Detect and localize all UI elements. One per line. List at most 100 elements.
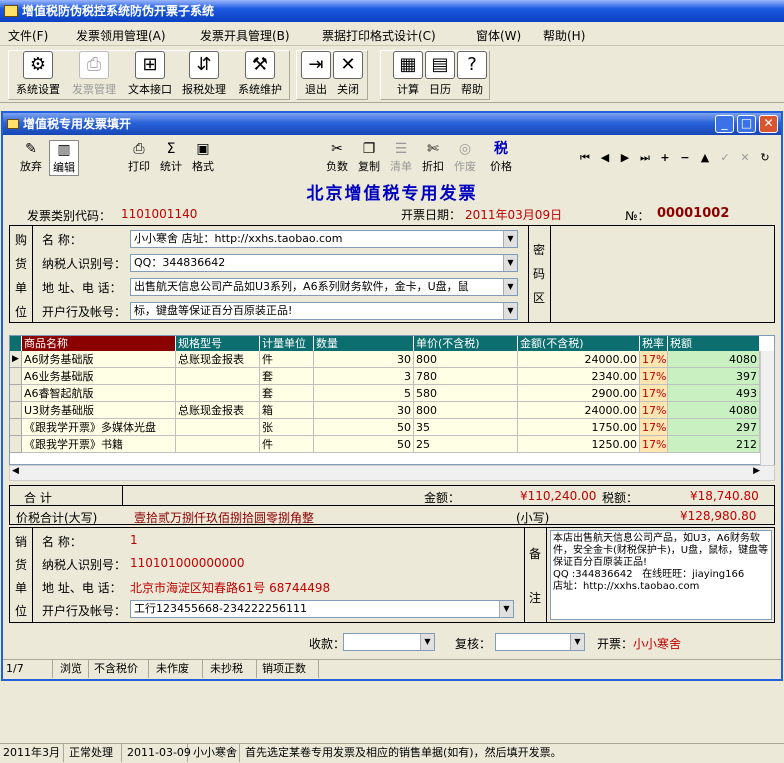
chevron-down-icon[interactable]: ▼ [503,255,517,271]
cell-price[interactable]: 25 [414,436,518,453]
col-tax[interactable]: 税额 [668,336,760,351]
tax-report-button[interactable]: ⇵ 报税处理 [178,51,230,99]
col-amount[interactable]: 金额(不含税) [518,336,640,351]
cell-rate[interactable]: 17% [640,436,668,453]
nav-cancel-icon[interactable]: ✕ [737,151,753,165]
nav-last-icon[interactable]: ⏭ [637,151,653,165]
cell-unit[interactable]: 张 [260,419,314,436]
calculator-button[interactable]: ▦ 计算 [392,51,424,99]
col-price[interactable]: 单价(不含税) [414,336,518,351]
cell-rate[interactable]: 17% [640,351,668,368]
menu-print-format[interactable]: 票据打印格式设计(C) [322,27,436,44]
cell-name[interactable]: 《跟我学开票》多媒体光盘 [22,419,176,436]
calendar-button[interactable]: ▤ 日历 [424,51,456,99]
buyer-tax-combo[interactable]: QQ：344836642 ▼ [130,254,518,272]
window-close-button[interactable]: ✕ [759,115,778,133]
cell-amount[interactable]: 24000.00 [518,402,640,419]
col-goods-name[interactable]: 商品名称 [22,336,176,351]
format-button[interactable]: ▣ 格式 [189,140,217,176]
cell-spec[interactable]: 总账现金报表 [176,351,260,368]
cell-amount[interactable]: 2900.00 [518,385,640,402]
minimize-button[interactable]: _ [715,115,734,133]
nav-first-icon[interactable]: ⏮ [577,151,593,165]
cell-unit[interactable]: 件 [260,436,314,453]
row-header[interactable] [10,436,22,453]
nav-next-icon[interactable]: ▶ [617,151,633,165]
cell-amount[interactable]: 2340.00 [518,368,640,385]
cell-amount[interactable]: 24000.00 [518,351,640,368]
scroll-left-icon[interactable]: ◀ [12,466,19,476]
menu-invoice-acquire[interactable]: 发票领用管理(A) [76,27,166,44]
chevron-down-icon[interactable]: ▼ [570,634,584,650]
chevron-down-icon[interactable]: ▼ [503,231,517,247]
row-header[interactable] [10,402,22,419]
cell-price[interactable]: 580 [414,385,518,402]
cell-price[interactable]: 780 [414,368,518,385]
nav-refresh-icon[interactable]: ↻ [757,151,773,165]
nav-add-icon[interactable]: + [657,151,673,165]
void-button[interactable]: ◎ 作废 [451,140,479,176]
edit-button[interactable]: ▥ 编辑 [49,140,79,176]
cell-rate[interactable]: 17% [640,419,668,436]
cell-tax[interactable]: 4080 [668,351,760,368]
cell-name[interactable]: A6业务基础版 [22,368,176,385]
cell-unit[interactable]: 箱 [260,402,314,419]
cell-qty[interactable]: 3 [314,368,414,385]
cell-rate[interactable]: 17% [640,385,668,402]
cell-qty[interactable]: 50 [314,436,414,453]
cell-rate[interactable]: 17% [640,368,668,385]
seller-bank-combo[interactable]: 工行123455668-234222256111 ▼ [130,600,514,618]
cell-tax[interactable]: 297 [668,419,760,436]
system-settings-button[interactable]: ⚙ 系统设置 [12,51,64,99]
payee-combo[interactable]: ▼ [343,633,435,651]
discount-button[interactable]: ✄ 折扣 [419,140,447,176]
col-qty[interactable]: 数量 [314,336,414,351]
cell-name[interactable]: A6睿智起航版 [22,385,176,402]
cell-unit[interactable]: 套 [260,368,314,385]
menu-file[interactable]: 文件(F) [8,27,48,44]
invoice-manage-button[interactable]: ⎙ 发票管理 [68,51,120,99]
cell-name[interactable]: A6财务基础版 [22,351,176,368]
cell-tax[interactable]: 212 [668,436,760,453]
cell-unit[interactable]: 件 [260,351,314,368]
cell-name[interactable]: 《跟我学开票》书籍 [22,436,176,453]
row-header[interactable]: ▶ [10,351,22,368]
chevron-down-icon[interactable]: ▼ [503,303,517,319]
cell-spec[interactable]: 总账现金报表 [176,402,260,419]
cell-price[interactable]: 800 [414,402,518,419]
chevron-down-icon[interactable]: ▼ [420,634,434,650]
menu-help[interactable]: 帮助(H) [543,27,585,44]
cell-qty[interactable]: 5 [314,385,414,402]
row-header[interactable] [10,385,22,402]
close-button[interactable]: ✕ 关闭 [332,51,364,99]
cell-spec[interactable] [176,436,260,453]
col-unit[interactable]: 计量单位 [260,336,314,351]
row-header[interactable] [10,419,22,436]
grid-vertical-scrollbar[interactable] [760,351,774,466]
menu-window[interactable]: 窗体(W) [476,27,521,44]
list-button[interactable]: ☰ 清单 [387,140,415,176]
copy-button[interactable]: ❐ 复制 [355,140,383,176]
reviewer-combo[interactable]: ▼ [495,633,585,651]
nav-prev-icon[interactable]: ◀ [597,151,613,165]
cell-amount[interactable]: 1750.00 [518,419,640,436]
cell-unit[interactable]: 套 [260,385,314,402]
menu-invoice-issue[interactable]: 发票开具管理(B) [200,27,290,44]
system-maintenance-button[interactable]: ⚒ 系统维护 [234,51,286,99]
remark-textarea[interactable]: 本店出售航天信息公司产品，如U3，A6财务软件，安全金卡(财税保护卡)，U盘，鼠… [550,530,772,620]
cell-tax[interactable]: 397 [668,368,760,385]
cell-amount[interactable]: 1250.00 [518,436,640,453]
row-header[interactable] [10,368,22,385]
cell-qty[interactable]: 30 [314,402,414,419]
statistics-button[interactable]: Σ 统计 [157,140,185,176]
cell-tax[interactable]: 4080 [668,402,760,419]
print-button[interactable]: ⎙ 打印 [125,140,153,176]
nav-up-icon[interactable]: ▲ [697,151,713,165]
help-button[interactable]: ? 帮助 [456,51,488,99]
cell-price[interactable]: 35 [414,419,518,436]
cell-name[interactable]: U3财务基础版 [22,402,176,419]
buyer-name-combo[interactable]: 小小寒舍 店址：http://xxhs.taobao.com ▼ [130,230,518,248]
col-rate[interactable]: 税率 [640,336,668,351]
cell-qty[interactable]: 50 [314,419,414,436]
cell-spec[interactable] [176,385,260,402]
